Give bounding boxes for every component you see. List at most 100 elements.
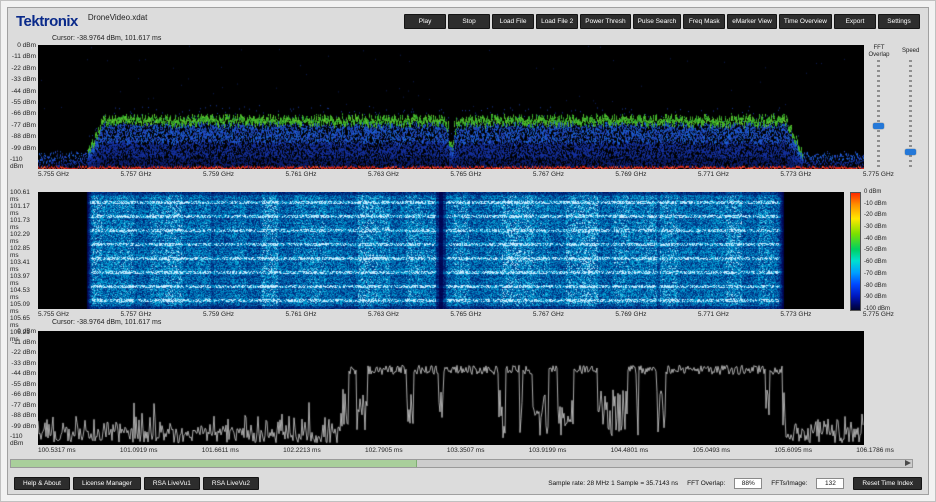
toolbar-button[interactable]: Play xyxy=(404,14,446,29)
header: Tektronix DroneVideo.xdat PlayStopLoad F… xyxy=(8,8,928,34)
toolbar-button[interactable]: Load File xyxy=(492,14,534,29)
axis-tick-label: 101.0919 ms xyxy=(120,447,158,454)
fft-overlap-slider-label: FFT Overlap xyxy=(866,45,892,59)
spectrum-canvas[interactable] xyxy=(38,45,864,169)
toolbar-button[interactable]: Time Overview xyxy=(779,14,832,29)
axis-tick-label: 5.773 GHz xyxy=(780,171,811,178)
axis-tick-label: 105.6095 ms xyxy=(774,447,812,454)
fft-overlap-field-label: FFT Overlap: xyxy=(687,480,725,487)
axis-tick-label: 5.773 GHz xyxy=(780,311,811,318)
axis-tick-label: 100.5317 ms xyxy=(38,447,76,454)
toolbar-button[interactable]: Pulse Search xyxy=(633,14,682,29)
speed-slider[interactable] xyxy=(909,60,912,169)
axis-tick-label: 101.6611 ms xyxy=(202,447,239,454)
colorbar-gradient xyxy=(850,192,861,311)
status-buttons: Help & AboutLicense ManagerRSA LiveVu1RS… xyxy=(14,477,259,490)
spectrum-y-axis: 0 dBm -11 dBm -22 dBm -33 dBm -44 dBm -55 dBm… xyxy=(10,42,36,170)
colorbar-tick-label: -50 dBm xyxy=(864,247,887,253)
axis-tick-label: 5.755 GHz xyxy=(38,311,69,318)
axis-tick-label: -77 dBm xyxy=(11,122,36,129)
toolbar-button[interactable]: Stop xyxy=(448,14,490,29)
cursor-readout-top: Cursor: -38.9764 dBm, 101.617 ms xyxy=(52,35,161,42)
cursor-readout-bottom: Cursor: -38.9764 dBm, 101.617 ms xyxy=(52,319,161,326)
spectrogram-x-axis: 5.755 GHz5.757 GHz5.759 GHz5.761 GHz5.76… xyxy=(38,311,894,318)
axis-tick-label: 5.775 GHz xyxy=(863,171,894,178)
ffts-per-image-value-field[interactable]: 132 xyxy=(816,478,844,489)
app-surface: Tektronix DroneVideo.xdat PlayStopLoad F… xyxy=(7,7,929,495)
axis-tick-label: 5.765 GHz xyxy=(450,171,481,178)
axis-tick-label: -22 dBm xyxy=(11,65,36,72)
time-plot-x-axis: 100.5317 ms 101.0919 ms 101.6611 ms 102.221… xyxy=(38,447,894,454)
axis-tick-label: -110 dBm xyxy=(10,156,36,170)
axis-tick-label: -11 dBm xyxy=(12,339,36,346)
axis-tick-label: 5.757 GHz xyxy=(120,171,151,178)
tektronix-logo: Tektronix xyxy=(16,13,78,30)
status-button[interactable]: License Manager xyxy=(73,477,141,490)
toolbar-button[interactable]: eMarker View xyxy=(727,14,777,29)
toolbar: PlayStopLoad FileLoad File 2Power Thresh… xyxy=(404,14,920,29)
toolbar-button[interactable]: Settings xyxy=(878,14,920,29)
toolbar-button[interactable]: Freq Mask xyxy=(683,14,725,29)
colorbar-tick-label: -40 dBm xyxy=(864,236,887,242)
time-canvas[interactable] xyxy=(38,331,864,445)
axis-tick-label: -110 dBm xyxy=(10,433,36,447)
axis-tick-label: 5.769 GHz xyxy=(615,311,646,318)
axis-tick-label: 5.763 GHz xyxy=(368,311,399,318)
colorbar-tick-label: -60 dBm xyxy=(864,259,887,265)
axis-tick-label: 101.73 ms xyxy=(10,217,36,231)
scrollbar-right-arrow-icon[interactable] xyxy=(905,460,911,466)
axis-tick-label: 5.771 GHz xyxy=(698,311,729,318)
status-info: Sample rate: 28 MHz 1 Sample = 35.7143 n… xyxy=(548,477,922,490)
spectrogram-canvas[interactable] xyxy=(38,192,844,309)
colorbar-tick-label: -90 dBm xyxy=(864,294,887,300)
colorbar-scale: 0 dBm-10 dBm-20 dBm-30 dBm-40 dBm-50 dBm… xyxy=(864,189,904,312)
status-button[interactable]: RSA LiveVu1 xyxy=(144,477,200,490)
axis-tick-label: 0 dBm xyxy=(17,42,36,49)
axis-tick-label: 0 dBm xyxy=(17,328,36,335)
axis-tick-label: -33 dBm xyxy=(11,76,36,83)
toolbar-button[interactable]: Power Thresh xyxy=(580,14,630,29)
axis-tick-label: -44 dBm xyxy=(11,88,36,95)
axis-tick-label: -33 dBm xyxy=(11,360,36,367)
status-button[interactable]: RSA LiveVu2 xyxy=(203,477,259,490)
axis-tick-label: 102.7905 ms xyxy=(365,447,403,454)
axis-tick-label: 103.9199 ms xyxy=(529,447,567,454)
colorbar-tick-label: -10 dBm xyxy=(864,201,887,207)
timeline-scrollbar-thumb[interactable] xyxy=(11,460,417,467)
axis-tick-label: 5.767 GHz xyxy=(533,311,564,318)
axis-tick-label: -55 dBm xyxy=(11,99,36,106)
timeline-scrollbar[interactable] xyxy=(10,459,913,468)
spectrogram-time-axis: 100.61 ms101.17 ms101.73 ms102.29 ms102.… xyxy=(10,189,36,311)
status-button[interactable]: Help & About xyxy=(14,477,70,490)
colorbar-tick-label: -30 dBm xyxy=(864,224,887,230)
axis-tick-label: 104.4801 ms xyxy=(611,447,649,454)
axis-tick-label: 106.1786 ms xyxy=(856,447,894,454)
reset-time-index-button[interactable]: Reset Time Index xyxy=(853,477,922,490)
ffts-per-image-field-label: FFTs/Image: xyxy=(771,480,807,487)
axis-tick-label: 5.759 GHz xyxy=(203,171,234,178)
fft-overlap-slider-handle[interactable] xyxy=(873,123,884,129)
axis-tick-label: -11 dBm xyxy=(12,53,36,60)
axis-tick-label: -66 dBm xyxy=(11,110,36,117)
axis-tick-label: 102.2213 ms xyxy=(283,447,321,454)
speed-slider-handle[interactable] xyxy=(905,149,916,155)
colorbar-tick-label: -80 dBm xyxy=(864,283,887,289)
axis-tick-label: 5.767 GHz xyxy=(533,171,564,178)
axis-tick-label: 104.53 ms xyxy=(10,287,36,301)
axis-tick-label: 102.29 ms xyxy=(10,231,36,245)
axis-tick-label: 103.41 ms xyxy=(10,259,36,273)
time-plot-y-axis: 0 dBm-11 dBm-22 dBm-33 dBm-44 dBm-55 dBm… xyxy=(10,328,36,447)
axis-tick-label: 105.09 ms xyxy=(10,301,36,315)
axis-tick-label: 100.61 ms xyxy=(10,189,36,203)
fft-overlap-slider[interactable] xyxy=(877,60,880,169)
axis-tick-label: 105.0493 ms xyxy=(693,447,731,454)
loaded-file-title: DroneVideo.xdat xyxy=(88,13,147,22)
sample-rate-text: Sample rate: 28 MHz 1 Sample = 35.7143 n… xyxy=(548,480,678,487)
toolbar-button[interactable]: Export xyxy=(834,14,876,29)
axis-tick-label: 101.17 ms xyxy=(10,203,36,217)
toolbar-button[interactable]: Load File 2 xyxy=(536,14,578,29)
spectrum-controls: FFT Overlap Speed xyxy=(866,45,926,171)
axis-tick-label: 5.755 GHz xyxy=(38,171,69,178)
axis-tick-label: -99 dBm xyxy=(11,145,36,152)
fft-overlap-value-field[interactable]: 88% xyxy=(734,478,762,489)
